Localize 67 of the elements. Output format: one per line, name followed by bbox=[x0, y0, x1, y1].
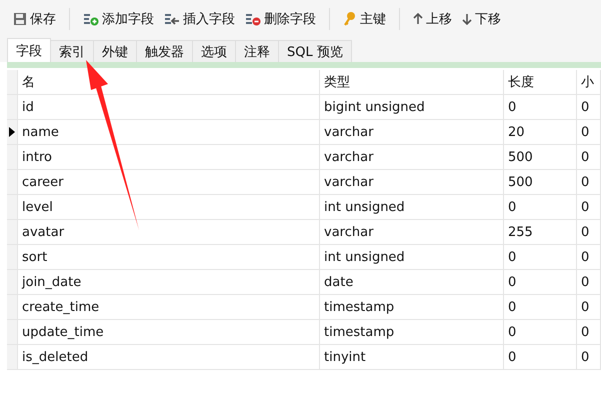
table-cell: 0 bbox=[577, 295, 601, 320]
table-cell: 0 bbox=[504, 95, 577, 120]
table-cell: 500 bbox=[504, 170, 577, 195]
table-cell: avatar bbox=[18, 220, 320, 245]
add-field-icon bbox=[83, 12, 99, 26]
save-icon bbox=[13, 12, 27, 26]
delete-field-button[interactable]: 删除字段 bbox=[242, 8, 319, 30]
row-header[interactable] bbox=[7, 120, 18, 145]
table-cell: 0 bbox=[577, 145, 601, 170]
corner-header bbox=[7, 70, 18, 95]
table-cell: varchar bbox=[320, 145, 504, 170]
table-cell: 0 bbox=[577, 120, 601, 145]
table-cell: update_time bbox=[18, 320, 320, 345]
table-cell: create_time bbox=[18, 295, 320, 320]
tab[interactable]: SQL 预览 bbox=[278, 40, 352, 62]
up-arrow-icon bbox=[413, 13, 423, 25]
insert-field-button[interactable]: 插入字段 bbox=[161, 8, 238, 30]
delete-field-icon bbox=[245, 12, 261, 26]
table-cell: int unsigned bbox=[320, 195, 504, 220]
table-cell: 0 bbox=[577, 170, 601, 195]
tab[interactable]: 索引 bbox=[50, 40, 94, 62]
table-cell: tinyint bbox=[320, 345, 504, 370]
table-cell: 500 bbox=[504, 145, 577, 170]
table-cell: bigint unsigned bbox=[320, 95, 504, 120]
table-cell: 0 bbox=[504, 245, 577, 270]
tab[interactable]: 字段 bbox=[7, 38, 51, 62]
table-cell: 0 bbox=[577, 270, 601, 295]
key-icon bbox=[343, 11, 357, 27]
table-cell: is_deleted bbox=[18, 345, 320, 370]
tab[interactable]: 外键 bbox=[93, 40, 137, 62]
column-header: 小 bbox=[577, 70, 601, 95]
table-cell: 0 bbox=[577, 320, 601, 345]
table-cell: join_date bbox=[18, 270, 320, 295]
table-cell: varchar bbox=[320, 120, 504, 145]
primary-key-button[interactable]: 主键 bbox=[340, 8, 389, 30]
move-down-button[interactable]: 下移 bbox=[459, 8, 504, 30]
table-cell: 0 bbox=[577, 220, 601, 245]
tab[interactable]: 触发器 bbox=[136, 40, 193, 62]
down-arrow-icon bbox=[462, 13, 472, 25]
table-cell: 0 bbox=[577, 345, 601, 370]
table-cell: sort bbox=[18, 245, 320, 270]
table-cell: 0 bbox=[504, 270, 577, 295]
move-up-button[interactable]: 上移 bbox=[410, 8, 455, 30]
table-cell: int unsigned bbox=[320, 245, 504, 270]
table-cell: timestamp bbox=[320, 320, 504, 345]
table-cell: 0 bbox=[577, 195, 601, 220]
table-cell: date bbox=[320, 270, 504, 295]
tab[interactable]: 选项 bbox=[192, 40, 236, 62]
table-cell: 0 bbox=[504, 320, 577, 345]
table-cell: 0 bbox=[577, 245, 601, 270]
table-cell: 0 bbox=[504, 345, 577, 370]
current-row-icon bbox=[9, 127, 15, 137]
table-cell: level bbox=[18, 195, 320, 220]
column-header: 长度 bbox=[504, 70, 577, 95]
table-cell: varchar bbox=[320, 170, 504, 195]
table-cell: varchar bbox=[320, 220, 504, 245]
table-cell: 0 bbox=[504, 195, 577, 220]
add-field-button[interactable]: 添加字段 bbox=[80, 8, 157, 30]
table-cell: 255 bbox=[504, 220, 577, 245]
table-cell: 0 bbox=[577, 95, 601, 120]
insert-field-icon bbox=[164, 12, 180, 26]
tab[interactable]: 注释 bbox=[235, 40, 279, 62]
table-cell: 0 bbox=[504, 295, 577, 320]
table-cell: timestamp bbox=[320, 295, 504, 320]
table-cell: 20 bbox=[504, 120, 577, 145]
column-header: 类型 bbox=[320, 70, 504, 95]
save-button[interactable]: 保存 bbox=[10, 8, 59, 30]
